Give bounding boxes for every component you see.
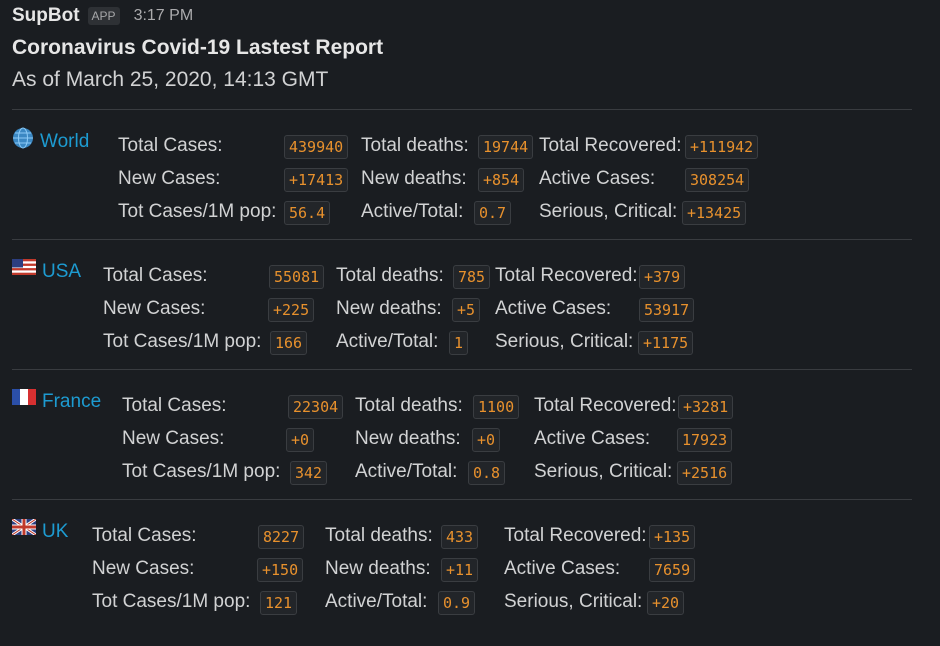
label-serious-critical: Serious, Critical: — [534, 461, 673, 482]
app-badge: APP — [87, 7, 120, 25]
value-new-cases: +225 — [268, 298, 315, 322]
label-tot-cases-1m: Tot Cases/1M pop: — [122, 461, 281, 482]
label-active-total: Active/Total: — [336, 331, 439, 352]
country-usa: USA — [12, 259, 81, 284]
label-total-cases: Total Cases: — [92, 525, 197, 546]
value-new-deaths: +0 — [472, 428, 501, 452]
label-total-recovered: Total Recovered: — [534, 395, 677, 416]
value-tot-cases-1m: 166 — [270, 331, 308, 355]
report-title: Coronavirus Covid-19 Lastest Report — [12, 36, 384, 59]
message-header: SupBot APP 3:17 PM — [12, 4, 193, 28]
section-world: World Total Cases: 439940 Total deaths: … — [12, 127, 912, 260]
bot-name[interactable]: SupBot — [12, 5, 80, 27]
label-new-deaths: New deaths: — [325, 558, 431, 579]
label-total-recovered: Total Recovered: — [495, 265, 638, 286]
label-total-cases: Total Cases: — [122, 395, 227, 416]
label-total-deaths: Total deaths: — [325, 525, 433, 546]
country-link-uk[interactable]: UK — [42, 520, 68, 544]
value-new-deaths: +854 — [478, 168, 525, 192]
label-serious-critical: Serious, Critical: — [495, 331, 634, 352]
section-usa: USA Total Cases: 55081 Total deaths: 785… — [12, 259, 912, 390]
label-total-deaths: Total deaths: — [336, 265, 444, 286]
value-total-deaths: 433 — [441, 525, 479, 549]
country-uk: UK — [12, 519, 68, 544]
label-new-deaths: New deaths: — [361, 168, 467, 189]
label-total-cases: Total Cases: — [118, 135, 223, 156]
value-active-total: 0.7 — [474, 201, 512, 225]
value-tot-cases-1m: 56.4 — [284, 201, 331, 225]
message-timestamp[interactable]: 3:17 PM — [134, 7, 194, 25]
value-active-total: 0.8 — [468, 461, 506, 485]
label-tot-cases-1m: Tot Cases/1M pop: — [118, 201, 277, 222]
label-total-recovered: Total Recovered: — [504, 525, 647, 546]
section-france: France Total Cases: 22304 Total deaths: … — [12, 389, 912, 520]
value-total-recovered: +135 — [649, 525, 696, 549]
label-total-recovered: Total Recovered: — [539, 135, 682, 156]
value-active-cases: 53917 — [639, 298, 695, 322]
country-link-world[interactable]: World — [40, 130, 89, 154]
label-total-deaths: Total deaths: — [355, 395, 463, 416]
uk-flag-icon — [12, 519, 36, 535]
country-link-france[interactable]: France — [42, 390, 101, 414]
label-serious-critical: Serious, Critical: — [539, 201, 678, 222]
label-active-total: Active/Total: — [361, 201, 464, 222]
value-tot-cases-1m: 342 — [290, 461, 328, 485]
label-active-total: Active/Total: — [325, 591, 428, 612]
value-total-cases: 55081 — [269, 265, 325, 289]
value-new-cases: +17413 — [284, 168, 349, 192]
label-total-cases: Total Cases: — [103, 265, 208, 286]
label-tot-cases-1m: Tot Cases/1M pop: — [103, 331, 262, 352]
value-total-recovered: +111942 — [685, 135, 759, 159]
report-date: As of March 25, 2020, 14:13 GMT — [12, 68, 329, 91]
value-total-deaths: 785 — [453, 265, 491, 289]
value-total-cases: 439940 — [284, 135, 349, 159]
section-uk: UK Total Cases: 8227 Total deaths: 433 T… — [12, 519, 912, 646]
divider — [12, 109, 912, 110]
label-new-cases: New Cases: — [118, 168, 221, 189]
value-new-cases: +0 — [286, 428, 315, 452]
country-france: France — [12, 389, 101, 414]
value-total-recovered: +379 — [639, 265, 686, 289]
country-world: World — [12, 127, 89, 154]
label-new-cases: New Cases: — [122, 428, 225, 449]
label-active-cases: Active Cases: — [495, 298, 612, 319]
label-active-cases: Active Cases: — [539, 168, 656, 189]
value-tot-cases-1m: 121 — [260, 591, 298, 615]
globe-icon — [13, 127, 33, 149]
value-total-deaths: 19744 — [478, 135, 534, 159]
label-active-cases: Active Cases: — [534, 428, 651, 449]
value-serious-critical: +1175 — [638, 331, 694, 355]
label-serious-critical: Serious, Critical: — [504, 591, 643, 612]
label-active-cases: Active Cases: — [504, 558, 621, 579]
country-link-usa[interactable]: USA — [42, 260, 81, 284]
us-flag-icon — [12, 259, 36, 275]
value-total-deaths: 1100 — [473, 395, 520, 419]
divider — [12, 369, 912, 370]
value-total-cases: 8227 — [258, 525, 305, 549]
value-new-cases: +150 — [257, 558, 304, 582]
label-tot-cases-1m: Tot Cases/1M pop: — [92, 591, 251, 612]
value-serious-critical: +13425 — [682, 201, 747, 225]
label-active-total: Active/Total: — [355, 461, 458, 482]
label-new-cases: New Cases: — [92, 558, 195, 579]
value-active-total: 0.9 — [438, 591, 476, 615]
value-new-deaths: +5 — [452, 298, 481, 322]
france-flag-icon — [12, 389, 36, 405]
label-total-deaths: Total deaths: — [361, 135, 469, 156]
value-active-cases: 17923 — [677, 428, 733, 452]
divider — [12, 499, 912, 500]
divider — [12, 239, 912, 240]
label-new-cases: New Cases: — [103, 298, 206, 319]
value-active-cases: 7659 — [649, 558, 696, 582]
label-new-deaths: New deaths: — [355, 428, 461, 449]
value-active-total: 1 — [449, 331, 469, 355]
message: SupBot APP 3:17 PM Coronavirus Covid-19 … — [0, 0, 940, 646]
value-serious-critical: +2516 — [677, 461, 733, 485]
value-total-recovered: +3281 — [678, 395, 734, 419]
value-new-deaths: +11 — [441, 558, 479, 582]
value-active-cases: 308254 — [685, 168, 750, 192]
value-serious-critical: +20 — [647, 591, 685, 615]
label-new-deaths: New deaths: — [336, 298, 442, 319]
value-total-cases: 22304 — [288, 395, 344, 419]
